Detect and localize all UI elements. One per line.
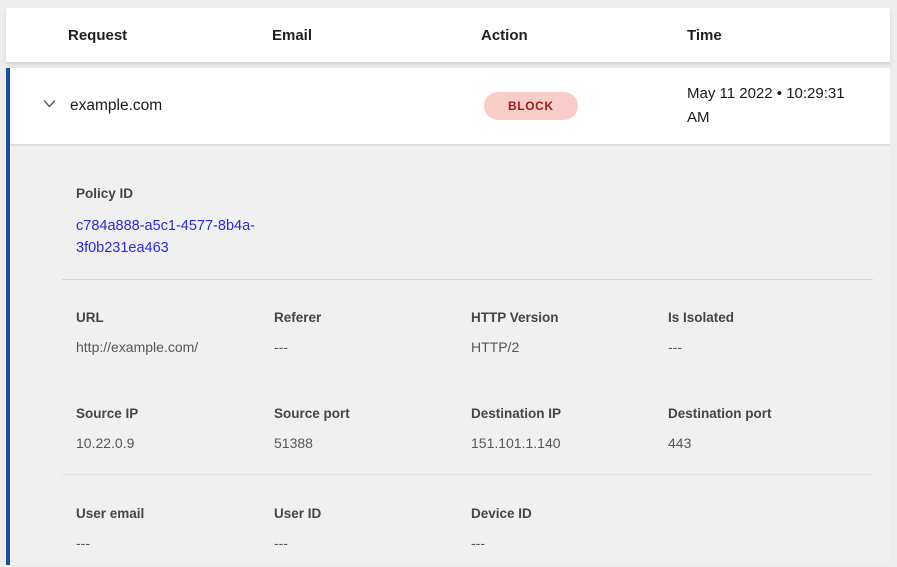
field-label: User ID: [274, 504, 471, 524]
row-detail-panel: Policy ID c784a888-a5c1-4577-8b4a-3f0b23…: [10, 146, 890, 565]
section-divider: [62, 474, 873, 475]
field-label: Is Isolated: [668, 308, 890, 328]
section-divider: [62, 279, 873, 280]
field-source-ip: Source IP 10.22.0.9: [76, 404, 274, 453]
field-destination-port: Destination port 443: [668, 404, 890, 453]
field-label: Device ID: [471, 504, 668, 524]
field-empty: [668, 504, 890, 553]
field-value: 443: [668, 433, 890, 453]
field-value: 51388: [274, 433, 471, 453]
detail-field-row: Source IP 10.22.0.9 Source port 51388 De…: [76, 404, 890, 453]
field-label: Destination port: [668, 404, 890, 424]
field-value: ---: [471, 533, 668, 553]
field-referer: Referer ---: [274, 308, 471, 357]
table-header-row: Request Email Action Time: [6, 8, 890, 62]
field-label: Referer: [274, 308, 471, 328]
field-device-id: Device ID ---: [471, 504, 668, 553]
field-is-isolated: Is Isolated ---: [668, 308, 890, 357]
table-row[interactable]: example.com BLOCK May 11 2022 • 10:29:31…: [10, 68, 890, 146]
log-table: Request Email Action Time example.com BL…: [6, 8, 890, 565]
column-header-action: Action: [481, 27, 687, 44]
field-user-email: User email ---: [76, 504, 274, 553]
column-header-email: Email: [272, 27, 481, 44]
field-value: ---: [274, 337, 471, 357]
request-cell: example.com: [70, 97, 484, 115]
field-url: URL http://example.com/: [76, 308, 274, 357]
expanded-row-container: example.com BLOCK May 11 2022 • 10:29:31…: [6, 68, 890, 565]
field-value: 10.22.0.9: [76, 433, 274, 453]
detail-field-row: URL http://example.com/ Referer --- HTTP…: [76, 308, 890, 357]
field-label: Destination IP: [471, 404, 668, 424]
policy-id-label: Policy ID: [76, 184, 890, 204]
action-cell: BLOCK: [484, 92, 687, 120]
field-label: User email: [76, 504, 274, 524]
field-label: Source IP: [76, 404, 274, 424]
collapse-row-button[interactable]: [10, 95, 70, 117]
field-http-version: HTTP Version HTTP/2: [471, 308, 668, 357]
field-value: ---: [76, 533, 274, 553]
field-value: HTTP/2: [471, 337, 668, 357]
time-cell: May 11 2022 • 10:29:31 AM: [687, 82, 865, 130]
field-label: URL: [76, 308, 274, 328]
field-destination-ip: Destination IP 151.101.1.140: [471, 404, 668, 453]
chevron-down-icon: [41, 95, 58, 117]
field-label: HTTP Version: [471, 308, 668, 328]
block-action-badge: BLOCK: [484, 92, 578, 120]
policy-id-link[interactable]: c784a888-a5c1-4577-8b4a-3f0b231ea463: [76, 216, 278, 259]
field-value: 151.101.1.140: [471, 433, 668, 453]
field-value: http://example.com/: [76, 337, 274, 357]
column-header-request: Request: [68, 27, 272, 44]
field-label: Source port: [274, 404, 471, 424]
field-user-id: User ID ---: [274, 504, 471, 553]
column-header-time: Time: [687, 27, 890, 44]
policy-id-section: Policy ID c784a888-a5c1-4577-8b4a-3f0b23…: [76, 184, 890, 259]
field-value: ---: [274, 533, 471, 553]
field-source-port: Source port 51388: [274, 404, 471, 453]
detail-field-row: User email --- User ID --- Device ID ---: [76, 504, 890, 553]
field-value: ---: [668, 337, 890, 357]
